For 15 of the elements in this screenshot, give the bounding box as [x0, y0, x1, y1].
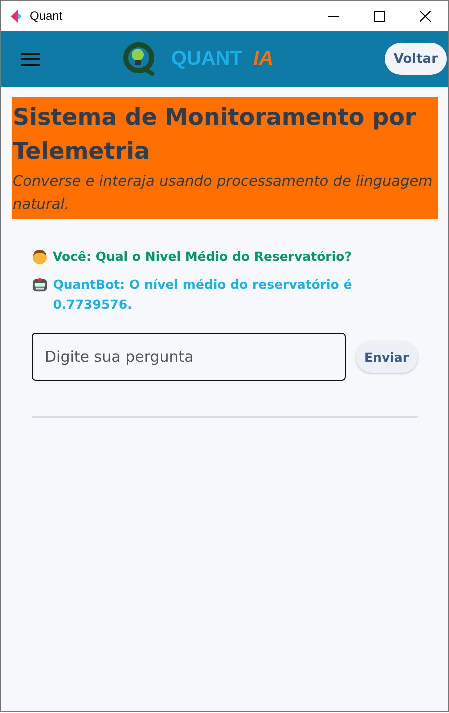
page-title: Sistema de Monitoramento por Telemetria [13, 104, 418, 167]
menu-icon[interactable] [21, 52, 40, 66]
window-title: Quant [30, 9, 64, 23]
page-subtitle: Converse e interaja usando processamento de linguagem natural. [13, 173, 434, 215]
brand-suffix: IA [254, 48, 274, 70]
brand-name: QUANT [171, 48, 242, 70]
person-icon [32, 249, 48, 265]
chat-message: Você: Qual o Nivel Médio do Reservatório? [53, 248, 352, 266]
chat-message: QuantBot: O nível médio do reservatório é 0.7739576. [53, 276, 354, 314]
send-button[interactable]: Enviar [356, 341, 418, 373]
question-input[interactable]: Digite sua pergunta [32, 333, 346, 381]
back-button[interactable]: Voltar [384, 43, 447, 75]
robot-icon [32, 277, 48, 293]
logo-icon [123, 42, 158, 76]
app-logo-icon [11, 10, 22, 22]
